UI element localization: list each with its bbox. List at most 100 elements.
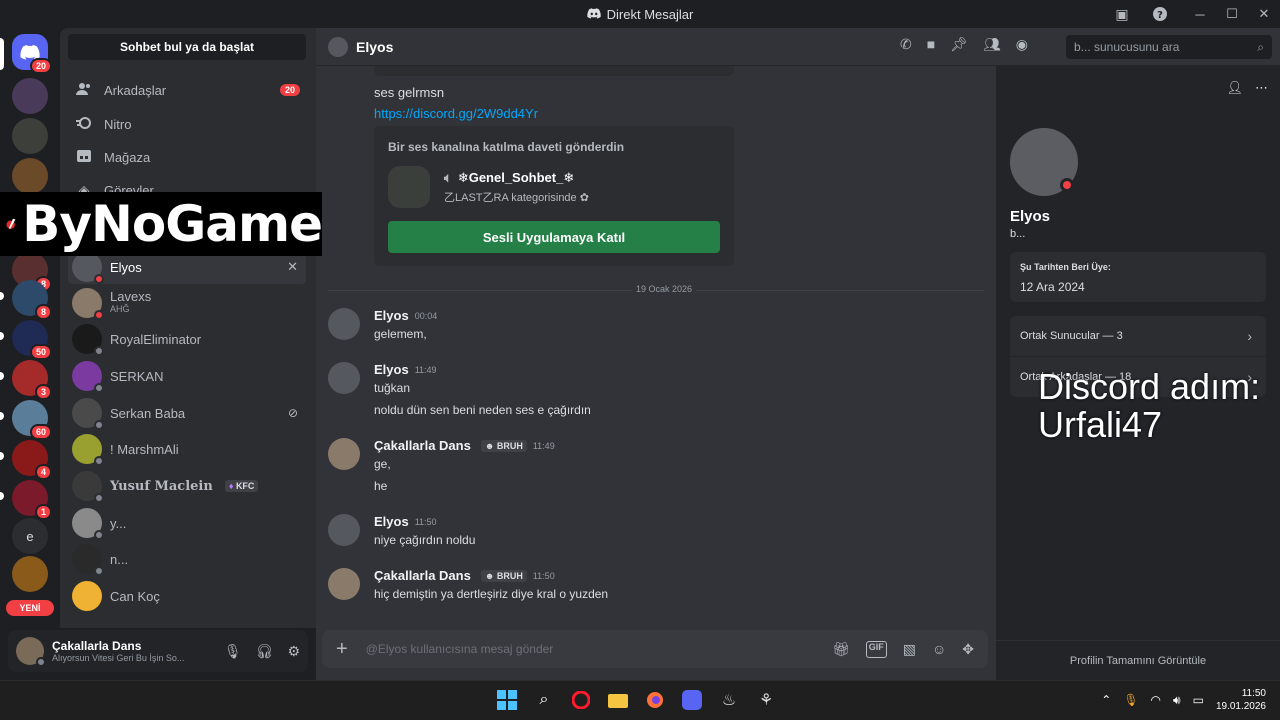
minimize-icon[interactable]: ─ xyxy=(1184,7,1216,22)
dm-item[interactable]: n... xyxy=(68,542,306,576)
dm-item[interactable]: Can Koç xyxy=(68,579,306,613)
server-icon[interactable] xyxy=(12,118,48,154)
file-explorer-icon[interactable] xyxy=(607,689,629,711)
microphone-icon[interactable]: 🎙︎ xyxy=(224,643,242,660)
message-author[interactable]: Çakallarla Dans xyxy=(374,438,471,453)
message-author[interactable]: Elyos xyxy=(374,514,409,529)
add-friends-icon[interactable]: 👥︎ xyxy=(983,36,1001,53)
nav-shop[interactable]: Mağaza xyxy=(68,141,306,173)
member-since-date: 12 Ara 2024 xyxy=(1020,280,1085,294)
status-offline-icon xyxy=(94,530,104,540)
avatar[interactable] xyxy=(328,514,360,546)
microphone-tray-icon[interactable]: 🎙︎ xyxy=(1123,693,1138,707)
apps-icon[interactable]: ✥ xyxy=(962,641,974,658)
server-icon[interactable]: 1 xyxy=(12,480,52,520)
discord-taskbar-icon[interactable] xyxy=(681,689,703,711)
message-author[interactable]: Çakallarla Dans xyxy=(374,568,471,583)
server-icon[interactable] xyxy=(12,78,48,114)
gif-icon[interactable]: GIF xyxy=(865,640,887,658)
title-bar: Direkt Mesajlar ▣ ? ─ ☐ ✕ xyxy=(0,0,1280,28)
user-panel: Çakallarla Dans Alıyorsun Vitesi Geri Bu… xyxy=(8,630,308,672)
wifi-icon[interactable]: ◠ xyxy=(1151,693,1161,707)
emoji-icon[interactable]: ☺ xyxy=(932,641,946,658)
battery-icon[interactable]: ▭ xyxy=(1193,693,1204,707)
search-input[interactable]: b... sunucusunu ara ⌕ xyxy=(1066,35,1272,59)
message-author[interactable]: Elyos xyxy=(374,362,409,377)
app-icon[interactable]: ⚘ xyxy=(755,689,777,711)
message-time: 11:49 xyxy=(532,440,555,451)
avatar xyxy=(72,252,104,284)
avatar[interactable] xyxy=(328,362,360,394)
status-offline-icon xyxy=(94,456,104,466)
message-time: 11:49 xyxy=(414,364,437,375)
search-icon: ⌕ xyxy=(1257,39,1264,54)
sticker-icon[interactable]: ▧ xyxy=(903,641,916,658)
dm-item[interactable]: Lavexs AHĞ xyxy=(68,286,306,320)
server-icon[interactable]: 8 xyxy=(12,280,52,320)
user-avatar[interactable] xyxy=(16,637,46,667)
close-dm-icon[interactable]: ✕ xyxy=(287,259,298,275)
steam-icon[interactable]: ♨ xyxy=(718,689,740,711)
taskbar: ⌕ ♨ ⚘ ⌃ 🎙︎ ◠ 🔊︎ ▭ 11:50 19.01.2026 xyxy=(0,680,1280,720)
attach-plus-icon[interactable]: + xyxy=(336,638,348,661)
dm-item[interactable]: Yusuf Maclein ♦ KFC xyxy=(68,469,306,503)
mutual-servers-row[interactable]: Ortak Sunucular — 3 › xyxy=(1010,316,1266,356)
server-icon[interactable]: 60 xyxy=(12,400,52,440)
add-friend-icon[interactable]: 👤︎ xyxy=(1226,80,1243,96)
pin-icon[interactable]: 📌︎ xyxy=(950,36,968,53)
avatar[interactable] xyxy=(328,438,360,470)
dm-item[interactable]: ! MarshmAli xyxy=(68,432,306,466)
view-full-profile-link[interactable]: Profilin Tamamını Görüntüle xyxy=(996,640,1280,680)
search-taskbar-icon[interactable]: ⌕ xyxy=(533,689,555,711)
dm-status-text: AHĞ xyxy=(110,304,130,314)
avatar[interactable] xyxy=(328,568,360,600)
clan-tag: ☻ BRUH xyxy=(480,439,527,452)
more-options-icon[interactable]: ⋯ xyxy=(1255,80,1268,96)
clan-badge-icon: ☻ xyxy=(484,570,495,581)
dm-item[interactable]: SERKAN xyxy=(68,359,306,393)
date-divider: 19 Ocak 2026 xyxy=(328,284,984,294)
avatar xyxy=(72,544,104,576)
chevron-up-icon[interactable]: ⌃ xyxy=(1101,693,1111,707)
inbox-icon[interactable]: ▣ xyxy=(1112,4,1132,24)
nav-friends[interactable]: Arkadaşlar 20 xyxy=(68,74,306,106)
status-offline-icon xyxy=(94,346,104,356)
member-since-card: Şu Tarihten Beri Üye: 12 Ara 2024 xyxy=(1010,252,1266,302)
dm-item[interactable]: Serkan Baba ⊘ xyxy=(68,396,306,430)
opera-icon[interactable] xyxy=(570,689,592,711)
help-icon[interactable]: ? xyxy=(1150,4,1170,24)
message-author[interactable]: Elyos xyxy=(374,308,409,323)
maximize-icon[interactable]: ☐ xyxy=(1216,6,1248,22)
message-input[interactable]: + @Elyos kullanıcısına mesaj gönder 🎁︎ G… xyxy=(322,630,988,668)
avatar xyxy=(72,581,102,611)
message-text: gelemem, xyxy=(374,327,427,341)
volume-icon[interactable]: 🔊︎ xyxy=(1173,693,1181,708)
status-offline-icon xyxy=(94,420,104,430)
dm-name: SERKAN xyxy=(110,368,164,384)
user-profile-icon[interactable]: ◉ xyxy=(1016,36,1028,53)
voice-call-icon[interactable]: ✆ xyxy=(900,36,912,53)
server-icon[interactable] xyxy=(12,556,48,592)
headphones-icon[interactable]: 🎧︎ xyxy=(256,643,274,660)
settings-gear-icon[interactable]: ⚙ xyxy=(287,643,300,660)
video-call-icon[interactable]: ■ xyxy=(927,36,935,53)
avatar[interactable] xyxy=(328,308,360,340)
invite-link[interactable]: https://discord.gg/2W9dd4Yr xyxy=(374,106,538,121)
server-icon[interactable]: 3 xyxy=(12,360,52,400)
find-conversation-button[interactable]: Sohbet bul ya da başlat xyxy=(68,34,306,60)
windows-start-icon[interactable] xyxy=(496,689,518,711)
server-icon[interactable]: 4 xyxy=(12,440,52,480)
nav-nitro[interactable]: Nitro xyxy=(68,108,306,140)
server-icon[interactable] xyxy=(12,158,48,194)
server-icon[interactable]: 50 xyxy=(12,320,52,360)
firefox-icon[interactable] xyxy=(644,689,666,711)
home-button[interactable]: 20 xyxy=(12,34,52,74)
join-voice-button[interactable]: Sesli Uygulamaya Katıl xyxy=(388,221,720,253)
dm-item[interactable]: y... xyxy=(68,506,306,540)
server-icon-e[interactable]: e xyxy=(12,518,48,554)
message-text: he xyxy=(374,479,388,493)
close-window-icon[interactable]: ✕ xyxy=(1248,6,1280,22)
gift-icon[interactable]: 🎁︎ xyxy=(832,641,850,658)
system-clock[interactable]: 11:50 19.01.2026 xyxy=(1216,687,1266,713)
dm-item[interactable]: RoyalEliminator xyxy=(68,322,306,356)
